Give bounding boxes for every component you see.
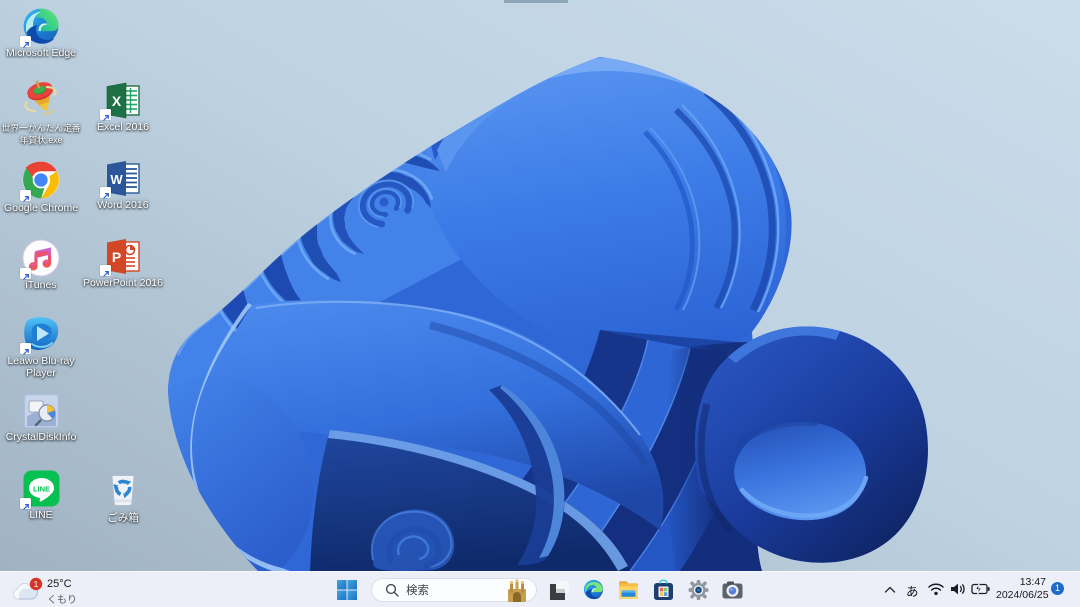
svg-text:P: P [112, 249, 121, 265]
svg-text:X: X [112, 93, 122, 109]
svg-text:W: W [110, 172, 123, 187]
svg-text:1: 1 [34, 579, 39, 589]
svg-text:LINE: LINE [32, 485, 49, 494]
